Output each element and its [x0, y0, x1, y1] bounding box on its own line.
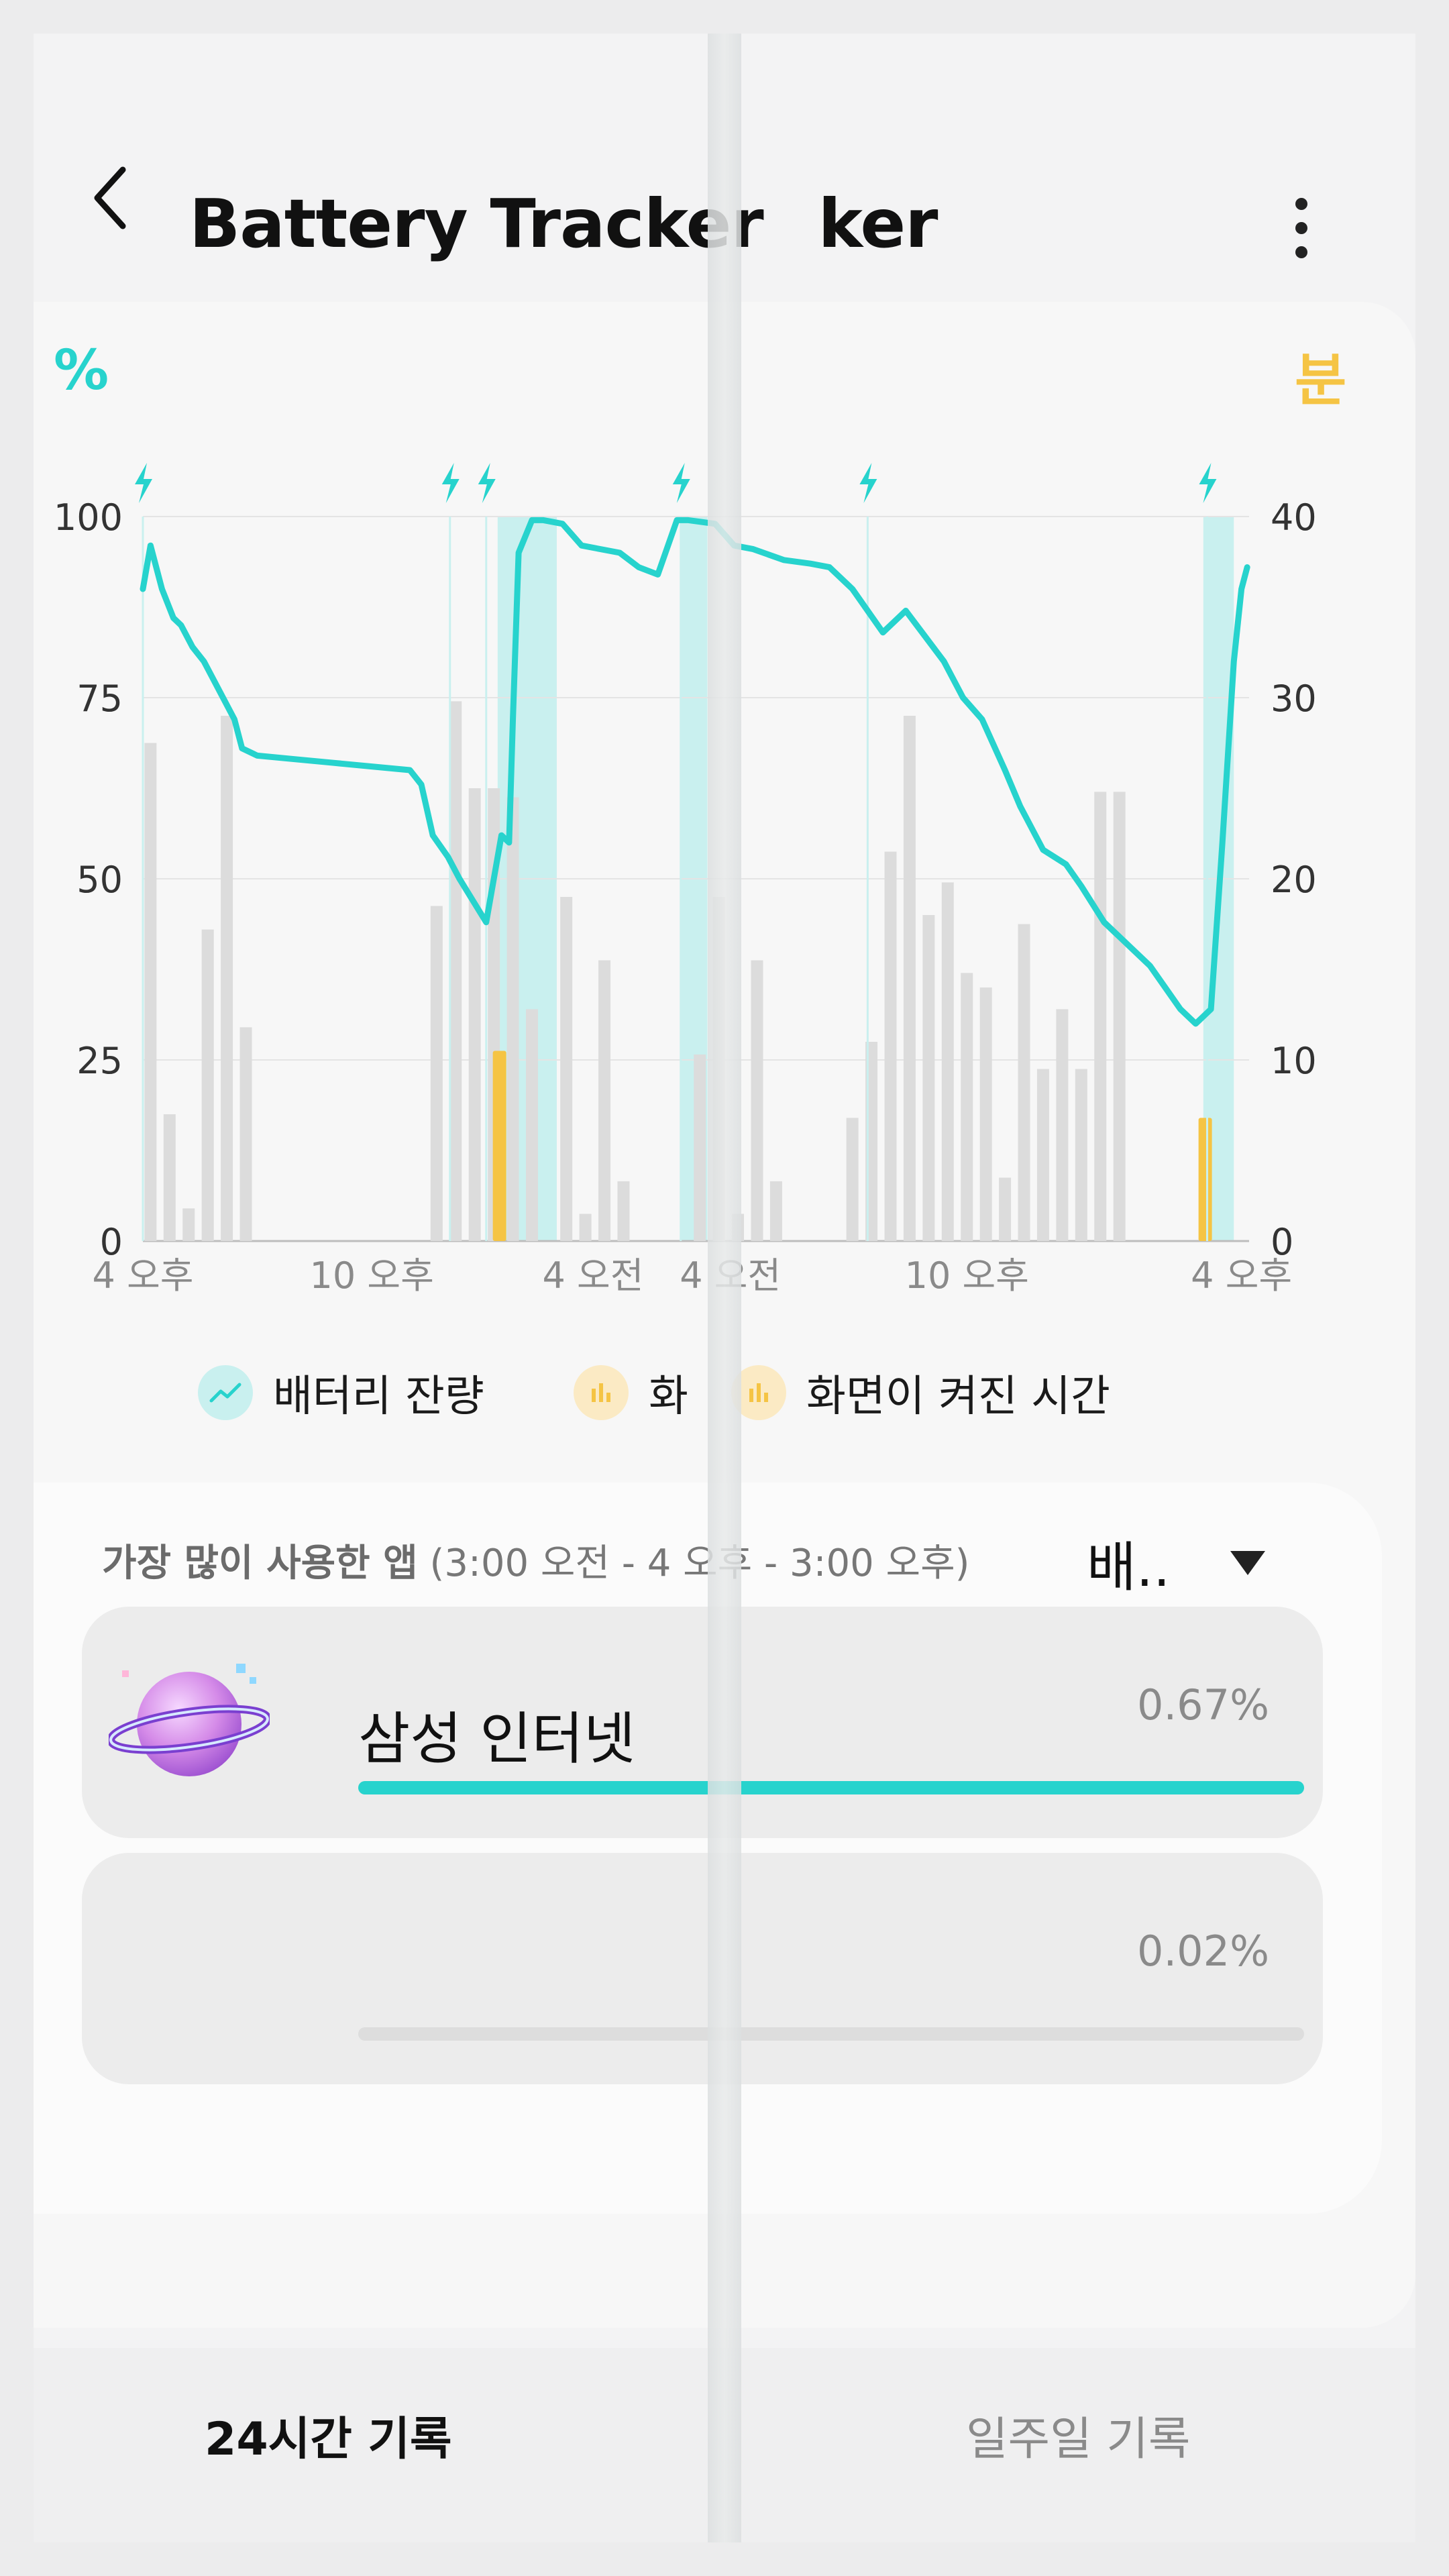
usage-bar	[617, 1181, 630, 1241]
legend-screen-label: 화면이 켜진 시간	[806, 1372, 1110, 1421]
legend-battery-label: 배터리 잔량	[273, 1372, 484, 1421]
y-right-tick-label: 40	[1271, 496, 1317, 539]
usage-bar	[598, 960, 611, 1241]
y-right-tick-label: 30	[1271, 678, 1317, 720]
y-left-tick-label: 25	[76, 1040, 123, 1082]
lightning-bolt-icon	[859, 463, 877, 503]
legend-screen-on: 화면이 켜진 시간	[731, 1362, 1110, 1424]
usage-bar	[1094, 792, 1107, 1241]
usage-bar	[1075, 1069, 1087, 1241]
y-right-tick-label: 10	[1271, 1040, 1317, 1082]
tab-week[interactable]: 일주일 기록	[966, 2402, 1190, 2468]
lightning-bolt-icon	[135, 463, 152, 503]
app-usage-bar	[358, 1781, 1304, 1794]
title-text: Battery Tracker	[189, 184, 764, 263]
usage-bar	[201, 929, 214, 1241]
app-row[interactable]: 0.02%	[82, 1853, 1323, 2084]
trend-line-icon	[198, 1365, 253, 1420]
lightning-bolt-icon	[478, 463, 496, 503]
minutes-unit-label: 분	[1295, 347, 1347, 413]
x-tick-label: 10 오후	[905, 1254, 1029, 1297]
legend-screen-partial-label: 화	[649, 1372, 688, 1421]
usage-bar	[941, 882, 954, 1241]
x-tick-label: 4 오후	[93, 1254, 194, 1297]
chevron-left-icon	[94, 166, 126, 229]
x-tick-label: 10 오후	[310, 1254, 434, 1297]
apps-heading-title: 가장 많이 사용한 앱	[102, 1542, 418, 1585]
y-left-tick-label: 100	[54, 496, 123, 539]
screen-on-bar	[1198, 1118, 1212, 1241]
usage-bar	[903, 716, 916, 1241]
usage-bar	[846, 1118, 859, 1241]
usage-bar	[560, 897, 573, 1241]
x-tick-label: 4 오전	[543, 1254, 644, 1297]
dropdown-arrow-icon	[1230, 1551, 1266, 1575]
more-options-button[interactable]	[1275, 184, 1328, 272]
app-name: 삼성 인터넷	[358, 1706, 636, 1772]
usage-bar	[182, 1208, 195, 1241]
y-left-tick-label: 50	[76, 859, 123, 901]
split-screen-divider[interactable]	[708, 34, 741, 2542]
bar-chart-icon	[574, 1365, 629, 1420]
title-overlap-text: ker	[818, 184, 938, 263]
most-used-apps-heading: 가장 많이 사용한 앱 (3:00 오전 - 4 오후 - 3:00 오후)	[102, 1533, 969, 1587]
page-title: Battery Tracker ker	[189, 184, 938, 263]
usage-bar	[979, 987, 992, 1241]
usage-bar	[961, 973, 973, 1241]
usage-bar	[922, 915, 935, 1241]
back-button[interactable]	[74, 154, 148, 241]
usage-bar	[1018, 924, 1030, 1241]
usage-bar	[221, 716, 233, 1241]
usage-bar	[1036, 1069, 1049, 1241]
usage-bar	[999, 1177, 1012, 1241]
screen-on-bar	[492, 1051, 506, 1241]
app-usage-percent: 0.67%	[1137, 1680, 1269, 1729]
usage-bar	[769, 1181, 782, 1241]
usage-bar	[468, 788, 481, 1241]
legend-screen-partial: 화	[574, 1362, 688, 1424]
tab-24-hours[interactable]: 24시간 기록	[205, 2402, 452, 2468]
app-usage-bar	[358, 2027, 1304, 2041]
percent-unit-label: %	[54, 339, 109, 402]
x-tick-label: 4 오후	[1191, 1254, 1292, 1297]
usage-bar	[579, 1214, 592, 1241]
lightning-bolt-icon	[672, 463, 690, 503]
usage-bar	[239, 1027, 252, 1241]
usage-bar	[1113, 792, 1126, 1241]
usage-bar	[884, 851, 897, 1241]
usage-bar	[449, 701, 462, 1241]
usage-bar	[430, 906, 443, 1241]
usage-bar	[751, 960, 763, 1241]
app-row[interactable]: 삼성 인터넷 0.67%	[82, 1607, 1323, 1838]
app-usage-bar-fill	[358, 1781, 1304, 1794]
more-vert-dot	[1295, 222, 1307, 234]
lightning-bolt-icon	[441, 463, 460, 503]
usage-bar	[144, 743, 157, 1241]
samsung-internet-planet-icon	[109, 1664, 270, 1776]
usage-bar	[694, 1054, 706, 1241]
usage-bar	[525, 1009, 538, 1241]
more-vert-dot	[1295, 246, 1307, 258]
app-usage-percent: 0.02%	[1137, 1927, 1269, 1976]
y-right-tick-label: 20	[1271, 859, 1317, 901]
sort-dropdown[interactable]: 배..	[1087, 1519, 1266, 1607]
usage-bar	[163, 1114, 176, 1241]
legend-battery: 배터리 잔량	[198, 1362, 484, 1424]
apps-heading-period: (3:00 오전 - 4 오후 - 3:00 오후)	[429, 1542, 970, 1585]
sort-dropdown-value: 배..	[1087, 1536, 1171, 1599]
usage-bar	[1056, 1009, 1069, 1241]
lightning-bolt-icon	[1199, 463, 1217, 503]
more-vert-icon	[1295, 198, 1307, 210]
usage-bar	[506, 797, 519, 1241]
y-left-tick-label: 75	[76, 678, 123, 720]
